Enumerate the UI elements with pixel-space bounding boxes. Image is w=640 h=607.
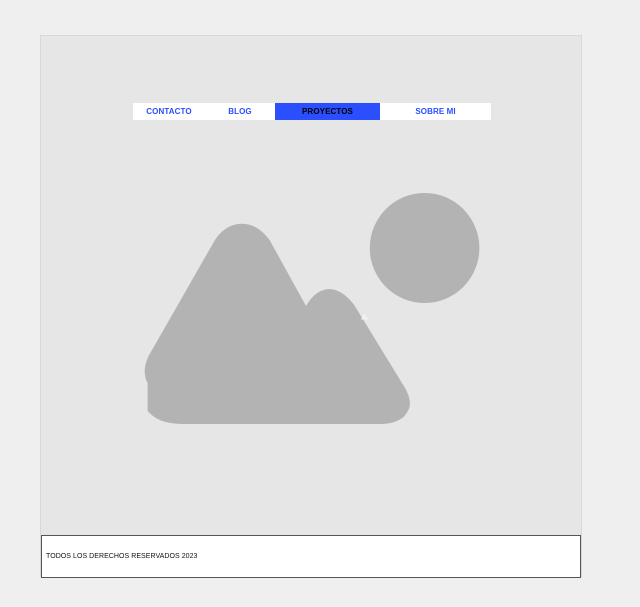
- page-frame: ⁂ CONTACTO BLOG PROYECTOS SOBRE MI TODOS…: [40, 35, 582, 578]
- nav-item-blog[interactable]: BLOG: [205, 103, 275, 120]
- nav-item-sobre-mi[interactable]: SOBRE MI: [380, 103, 491, 120]
- nav-item-proyectos[interactable]: PROYECTOS: [275, 103, 380, 120]
- hero-section: ⁂ CONTACTO BLOG PROYECTOS SOBRE MI: [41, 36, 581, 535]
- footer-copyright-text: TODOS LOS DERECHOS RESERVADOS 2023: [46, 553, 198, 560]
- main-navigation: CONTACTO BLOG PROYECTOS SOBRE MI: [133, 103, 491, 120]
- nav-item-contacto[interactable]: CONTACTO: [133, 103, 205, 120]
- sun-icon: [369, 193, 480, 303]
- footer: TODOS LOS DERECHOS RESERVADOS 2023: [41, 535, 581, 578]
- image-cursor-mark: ⁂: [361, 314, 368, 322]
